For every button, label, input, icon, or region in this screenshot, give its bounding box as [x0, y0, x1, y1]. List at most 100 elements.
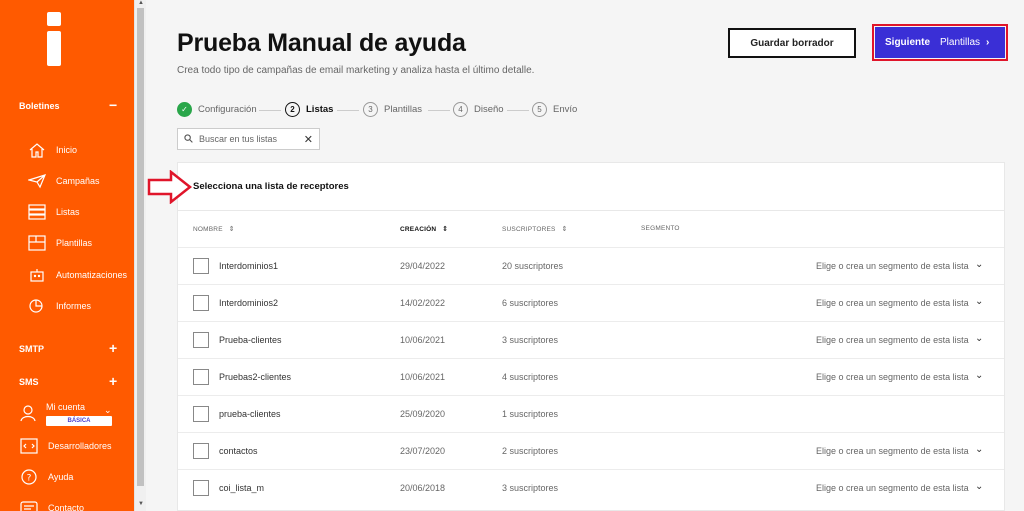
section-boletines[interactable]: Boletines	[19, 101, 60, 111]
sidebar-item-campanas[interactable]: Campañas	[27, 169, 132, 193]
paper-plane-icon	[27, 172, 47, 190]
list-name: contactos	[219, 446, 258, 456]
chevron-right-icon: ›	[986, 37, 990, 48]
step-configuracion[interactable]: ✓ Configuración	[177, 102, 257, 117]
sidebar-item-desarrolladores[interactable]: Desarrolladores	[19, 434, 124, 458]
column-header-segment: SEGMENTO	[641, 225, 680, 232]
robot-icon	[27, 266, 47, 284]
search-input[interactable]: Buscar en tus listas ✕	[177, 128, 320, 150]
sidebar-item-label: Informes	[56, 301, 92, 311]
sidebar-item-plantillas[interactable]: Plantillas	[27, 231, 132, 255]
chevron-down-icon[interactable]: ⌄	[975, 444, 983, 455]
wizard-steps: ✓ Configuración 2 Listas 3 Plantillas 4 …	[177, 102, 597, 120]
sidebar-item-label: Inicio	[56, 145, 78, 155]
row-checkbox[interactable]	[193, 369, 209, 385]
step-listas[interactable]: 2 Listas	[285, 102, 333, 117]
chevron-down-icon[interactable]: ⌄	[975, 481, 983, 492]
segment-selector[interactable]: Elige o crea un segmento de esta lista	[816, 483, 969, 493]
segment-selector[interactable]: Elige o crea un segmento de esta lista	[816, 298, 969, 308]
section-smtp[interactable]: SMTP	[19, 344, 44, 354]
svg-text:?: ?	[27, 474, 32, 484]
table-row[interactable]: prueba-clientes 25/09/2020 1 suscriptore…	[178, 395, 1004, 432]
chevron-down-icon[interactable]: ⌄	[975, 296, 983, 307]
next-button[interactable]: Siguiente Plantillas ›	[875, 27, 1005, 58]
step-number: 2	[285, 102, 300, 117]
column-header-name[interactable]: NOMBRE ⇕	[193, 225, 235, 234]
sort-icon[interactable]: ⇕	[442, 225, 448, 233]
list-date: 10/06/2021	[400, 335, 446, 345]
step-diseno[interactable]: 4 Diseño	[453, 102, 504, 117]
list-name: Interdominios1	[219, 261, 279, 271]
sidebar-item-label: Campañas	[56, 176, 100, 186]
sidebar-item-label: Ayuda	[48, 472, 74, 482]
chevron-down-icon[interactable]: ⌄	[975, 259, 983, 270]
segment-selector[interactable]: Elige o crea un segmento de esta lista	[816, 261, 969, 271]
scroll-down-icon[interactable]: ▼	[138, 501, 144, 507]
sidebar: Boletines − Inicio Campañas Listas Plant…	[0, 0, 134, 511]
list-subscribers: 1 suscriptores	[502, 409, 559, 419]
list-icon	[27, 203, 47, 221]
list-name: Prueba-clientes	[219, 335, 282, 345]
table-row[interactable]: contactos 23/07/2020 2 suscriptores Elig…	[178, 432, 1004, 469]
chart-icon	[27, 297, 47, 315]
chevron-down-icon[interactable]: ⌄	[975, 370, 983, 381]
clear-icon[interactable]: ✕	[304, 133, 313, 146]
list-date: 29/04/2022	[400, 261, 446, 271]
scrollbar-thumb[interactable]	[137, 8, 144, 486]
segment-selector[interactable]: Elige o crea un segmento de esta lista	[816, 372, 969, 382]
sidebar-item-contacto[interactable]: Contacto	[19, 496, 124, 511]
page-subtitle: Crea todo tipo de campañas de email mark…	[177, 65, 535, 76]
account-menu[interactable]: Mi cuenta BÁSICA ⌄	[19, 400, 129, 430]
save-draft-button[interactable]: Guardar borrador	[728, 28, 856, 58]
table-row[interactable]: Prueba-clientes 10/06/2021 3 suscriptore…	[178, 321, 1004, 358]
column-header-subscribers[interactable]: SUSCRIPTORES ⇕	[502, 225, 568, 234]
row-checkbox[interactable]	[193, 406, 209, 422]
sidebar-item-ayuda[interactable]: ? Ayuda	[19, 465, 124, 489]
row-checkbox[interactable]	[193, 480, 209, 496]
sort-icon[interactable]: ⇕	[562, 225, 568, 233]
table-row[interactable]: Pruebas2-clientes 10/06/2021 4 suscripto…	[178, 358, 1004, 395]
row-checkbox[interactable]	[193, 295, 209, 311]
row-checkbox[interactable]	[193, 258, 209, 274]
sidebar-item-listas[interactable]: Listas	[27, 200, 132, 224]
annotation-arrow-icon	[147, 170, 193, 204]
step-number: 5	[532, 102, 547, 117]
table-row[interactable]: Interdominios2 14/02/2022 6 suscriptores…	[178, 284, 1004, 321]
chevron-down-icon[interactable]: ⌄	[104, 405, 112, 416]
column-header-created[interactable]: CREACIÓN ⇕	[400, 225, 448, 234]
segment-selector[interactable]: Elige o crea un segmento de esta lista	[816, 446, 969, 456]
list-date: 23/07/2020	[400, 446, 446, 456]
sidebar-item-informes[interactable]: Informes	[27, 294, 132, 318]
next-button-label: Siguiente	[885, 37, 931, 48]
sidebar-item-label: Contacto	[48, 503, 85, 511]
sidebar-item-automatizaciones[interactable]: Automatizaciones	[27, 263, 132, 287]
table-row[interactable]: Interdominios1 29/04/2022 20 suscriptore…	[178, 247, 1004, 284]
expand-icon[interactable]: +	[109, 341, 117, 355]
lists-card: Selecciona una lista de receptores NOMBR…	[177, 162, 1005, 511]
list-subscribers: 3 suscriptores	[502, 483, 559, 493]
next-button-target: Plantillas	[940, 37, 981, 48]
collapse-icon[interactable]: −	[109, 98, 117, 112]
list-subscribers: 6 suscriptores	[502, 298, 559, 308]
step-label: Diseño	[474, 104, 504, 115]
list-name: Pruebas2-clientes	[219, 372, 292, 382]
sidebar-item-inicio[interactable]: Inicio	[27, 138, 132, 162]
search-placeholder: Buscar en tus listas	[199, 134, 278, 144]
sort-icon[interactable]: ⇕	[229, 225, 235, 233]
list-name: prueba-clientes	[219, 409, 281, 419]
row-checkbox[interactable]	[193, 332, 209, 348]
step-envio[interactable]: 5 Envío	[532, 102, 577, 117]
sidebar-item-label: Plantillas	[56, 238, 93, 248]
template-icon	[27, 234, 47, 252]
help-icon: ?	[19, 468, 39, 486]
chevron-down-icon[interactable]: ⌄	[975, 333, 983, 344]
expand-icon[interactable]: +	[109, 374, 117, 388]
row-checkbox[interactable]	[193, 443, 209, 459]
section-sms[interactable]: SMS	[19, 377, 39, 387]
segment-selector[interactable]: Elige o crea un segmento de esta lista	[816, 335, 969, 345]
sidebar-scrollbar[interactable]: ▲ ▼	[134, 0, 146, 511]
brand-logo[interactable]	[47, 12, 61, 66]
step-plantillas[interactable]: 3 Plantillas	[363, 102, 422, 117]
table-row[interactable]: coi_lista_m 20/06/2018 3 suscriptores El…	[178, 469, 1004, 506]
scroll-up-icon[interactable]: ▲	[138, 0, 144, 6]
